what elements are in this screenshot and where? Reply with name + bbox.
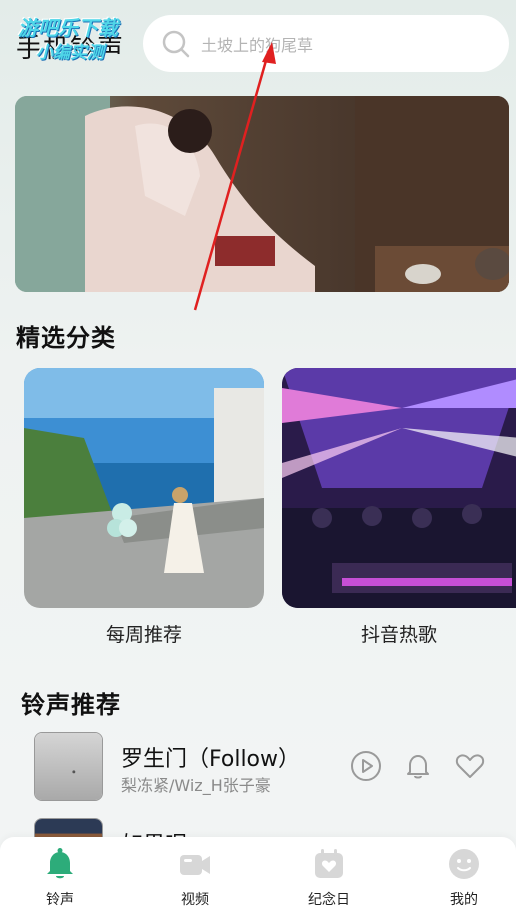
ringtone-cover: [34, 732, 103, 801]
bell-icon: [407, 755, 429, 779]
nav-item-video[interactable]: 视频: [155, 847, 235, 909]
profile-icon: [449, 849, 479, 879]
category-card-douyin[interactable]: 抖音热歌: [282, 368, 516, 647]
nav-label: 视频: [181, 892, 209, 908]
category-label: 抖音热歌: [360, 624, 437, 646]
favorite-button[interactable]: [454, 750, 486, 782]
nav-item-ringtones[interactable]: 铃声: [20, 847, 100, 909]
banner-image[interactable]: [15, 96, 509, 292]
set-ringtone-button[interactable]: [402, 750, 434, 782]
ringtone-actions: [350, 750, 486, 782]
ringtone-item[interactable]: 罗生门（Follow） 梨冻紧/Wiz_H张子豪: [34, 732, 494, 802]
search-placeholder: 土坡上的狗尾草: [201, 35, 314, 55]
play-icon: [351, 751, 381, 781]
category-card-weekly[interactable]: 每周推荐: [24, 368, 264, 647]
bell-icon: [47, 848, 73, 879]
video-icon: [180, 855, 210, 875]
play-button[interactable]: [350, 750, 382, 782]
ringtone-artist: 梨冻紧/Wiz_H张子豪: [121, 776, 271, 795]
app-title: 手机铃声: [16, 34, 125, 64]
search-icon: [162, 30, 190, 57]
nav-item-profile[interactable]: 我的: [424, 847, 504, 909]
nav-label: 我的: [450, 892, 478, 908]
category-image: [24, 368, 264, 608]
search-input[interactable]: 土坡上的狗尾草: [143, 15, 509, 72]
heart-icon: [455, 754, 485, 778]
nav-label: 铃声: [46, 892, 74, 908]
bottom-nav: 铃声 视频 纪念日 我的: [0, 837, 516, 915]
section-title-ringtones: 铃声推荐: [21, 691, 121, 719]
section-title-categories: 精选分类: [16, 324, 116, 352]
ringtone-title: 罗生门（Follow）: [121, 747, 301, 772]
category-image: [282, 368, 516, 608]
nav-label: 纪念日: [308, 892, 350, 908]
category-label: 每周推荐: [105, 624, 182, 646]
nav-item-anniversary[interactable]: 纪念日: [289, 847, 369, 909]
banner-photo: [15, 96, 509, 292]
calendar-heart-icon: [315, 849, 343, 878]
